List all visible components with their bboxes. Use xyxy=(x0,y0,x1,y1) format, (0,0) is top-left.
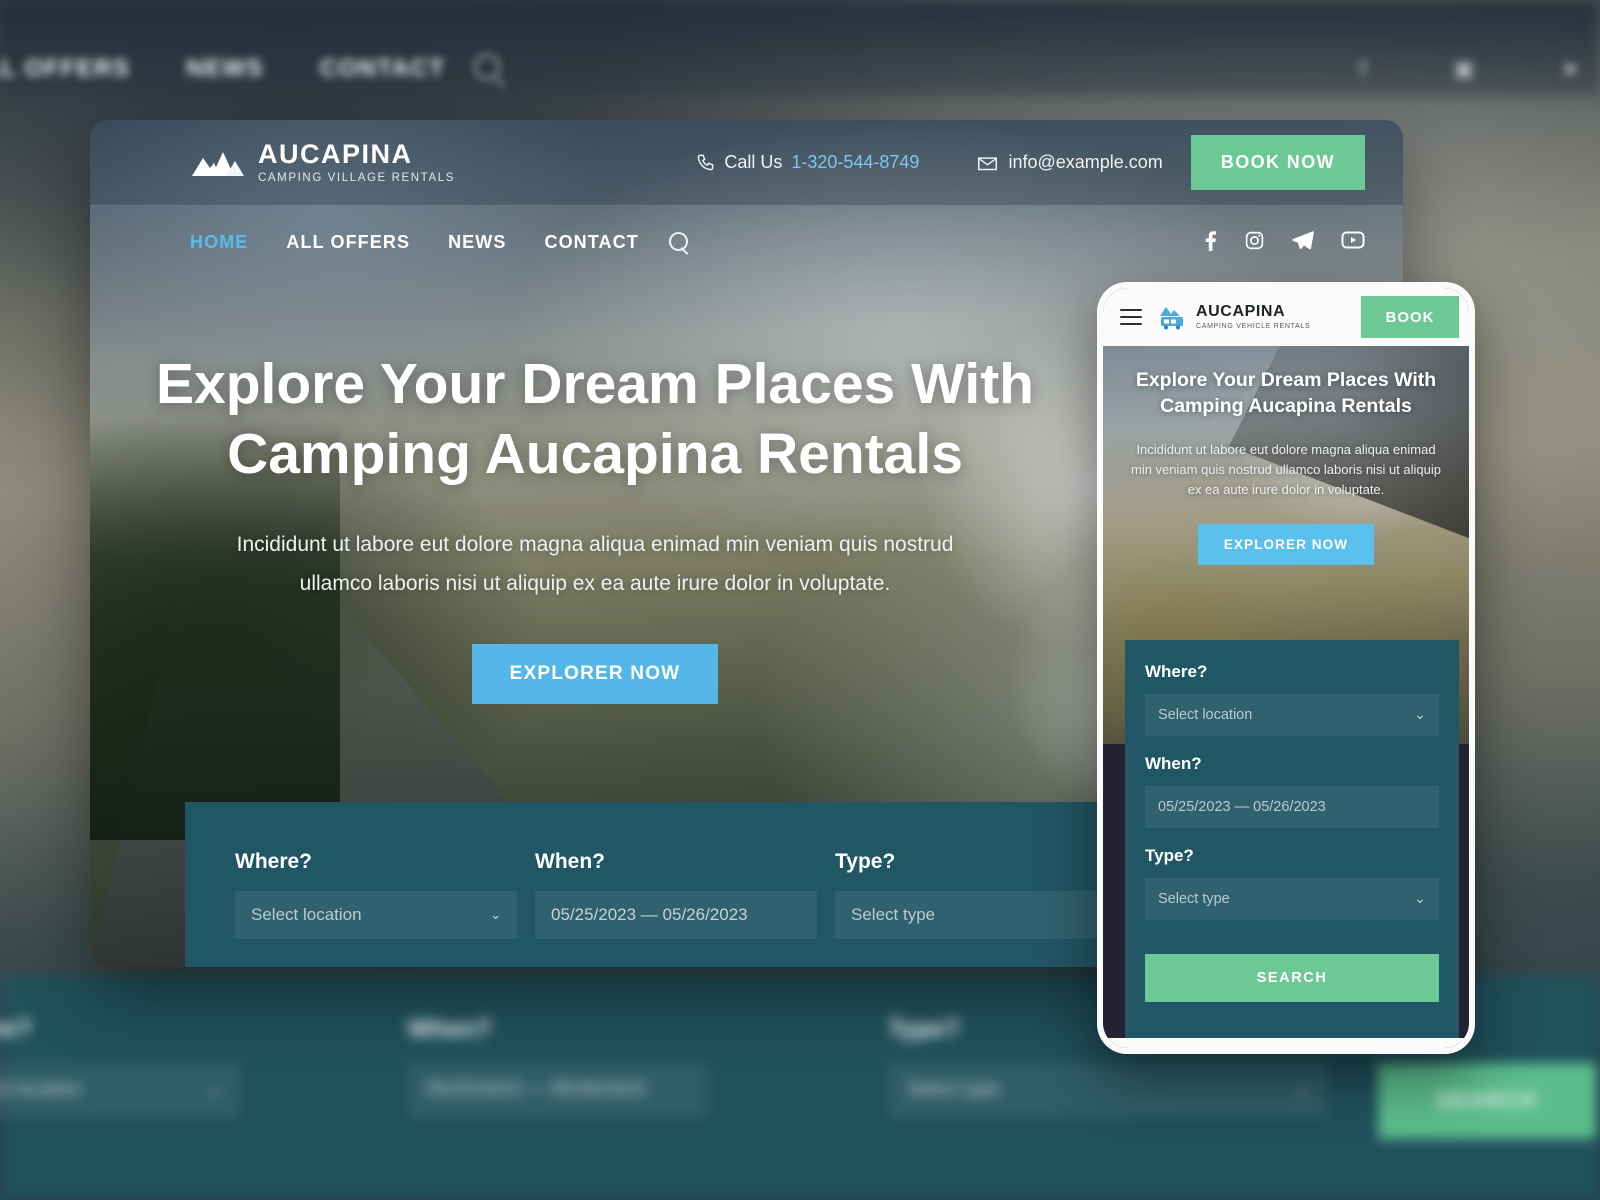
when-label: When? xyxy=(535,850,605,873)
hamburger-menu-icon[interactable] xyxy=(1120,305,1142,329)
facebook-icon: f xyxy=(1360,56,1367,81)
desktop-when-group: When? 05/25/2023 — 05/26/2023 xyxy=(535,850,835,967)
background-search-icon xyxy=(474,54,500,80)
youtube-icon[interactable] xyxy=(1341,231,1365,253)
date-range-input[interactable]: 05/25/2023 — 05/26/2023 xyxy=(535,891,817,939)
facebook-icon[interactable] xyxy=(1204,229,1217,255)
call-us-block[interactable]: Call Us 1-320-544-8749 xyxy=(696,152,919,173)
hero-paragraph-line2: ullamco laboris nisi ut aliquip ex ea au… xyxy=(299,572,891,596)
nav-item-news[interactable]: NEWS xyxy=(448,232,506,253)
desktop-topbar: AUCAPINA CAMPING VILLAGE RENTALS Call Us… xyxy=(90,120,1403,206)
phone-type-label: Type? xyxy=(1145,846,1194,865)
call-us-label: Call Us xyxy=(724,152,783,172)
phone-date-range-value: 05/25/2023 — 05/26/2023 xyxy=(1158,799,1326,815)
type-value: Select type xyxy=(851,905,936,924)
telegram-icon[interactable] xyxy=(1292,230,1314,254)
phone-mockup: AUCAPINA CAMPING VEHICLE RENTALS BOOK Ex… xyxy=(1097,282,1475,1054)
logo-name: AUCAPINA xyxy=(258,139,413,169)
background-where-field: Select location⌄ xyxy=(0,1062,240,1117)
location-value: Select location xyxy=(251,905,362,924)
where-label: Where? xyxy=(235,850,313,873)
phone-header: AUCAPINA CAMPING VEHICLE RENTALS BOOK xyxy=(1103,288,1469,346)
phone-where-label: Where? xyxy=(1145,662,1208,681)
phone-book-button[interactable]: BOOK xyxy=(1361,296,1459,338)
desktop-nav: HOME ALL OFFERS NEWS CONTACT xyxy=(90,206,1403,278)
background-nav-item: NEWS xyxy=(186,55,264,82)
nav-item-contact[interactable]: CONTACT xyxy=(544,232,638,253)
nav-item-home[interactable]: HOME xyxy=(190,232,248,253)
mountain-icon xyxy=(192,151,244,176)
explorer-now-button[interactable]: EXPLORER NOW xyxy=(471,643,719,704)
desktop-social-icons xyxy=(1204,229,1365,255)
email-address: info@example.com xyxy=(1008,152,1163,172)
phone-hero-heading-line2: Camping Aucapina Rentals xyxy=(1160,394,1412,417)
phone-hero-heading-line1: Explore Your Dream Places With xyxy=(1135,369,1437,391)
desktop-type-group: Type? Select type xyxy=(835,850,1135,967)
search-icon[interactable] xyxy=(668,231,690,253)
hero-heading-line1: Explore Your Dream Places With xyxy=(155,352,1035,416)
phone-when-label: When? xyxy=(1145,754,1202,773)
phone-logo-tagline: CAMPING VEHICLE RENTALS xyxy=(1196,323,1311,330)
desktop-hero: Explore Your Dream Places With Camping A… xyxy=(90,350,1100,704)
background-type-field: Select type ⌄ xyxy=(888,1062,1328,1117)
hero-heading-line2: Camping Aucapina Rentals xyxy=(227,421,963,486)
background-search-button: SEARCH xyxy=(1378,1063,1596,1139)
background-where-group: Where? Select location⌄ xyxy=(0,1015,240,1117)
phone-type-value: Select type xyxy=(1158,891,1230,907)
chevron-down-icon: ⌄ xyxy=(1413,891,1426,907)
phone-search-form: Where? Select location ⌄ When? 05/25/202… xyxy=(1125,640,1459,1048)
phone-logo-name: AUCAPINA xyxy=(1196,303,1286,320)
type-label: Type? xyxy=(835,850,896,873)
book-now-button[interactable]: BOOK NOW xyxy=(1190,135,1365,190)
phone-date-range-input[interactable]: 05/25/2023 — 05/26/2023 xyxy=(1145,786,1439,828)
background-nav: ALL OFFERS NEWS CONTACT xyxy=(0,52,660,86)
phone-icon xyxy=(697,154,714,171)
phone-explorer-now-button[interactable]: EXPLORER NOW xyxy=(1197,524,1375,566)
phone-logo[interactable]: AUCAPINA CAMPING VEHICLE RENTALS xyxy=(1156,303,1310,331)
phone-hero: Explore Your Dream Places With Camping A… xyxy=(1103,368,1469,566)
background-when-group: When? 05/25/2023 — 05/26/2023 xyxy=(408,1015,708,1117)
envelope-icon xyxy=(978,157,998,171)
hero-paragraph-line1: Incididunt ut labore eut dolore magna al… xyxy=(236,533,954,557)
date-range-value: 05/25/2023 — 05/26/2023 xyxy=(551,905,748,924)
chevron-down-icon: ⌄ xyxy=(1413,707,1426,723)
phone-number[interactable]: 1-320-544-8749 xyxy=(791,152,919,173)
phone-screen: AUCAPINA CAMPING VEHICLE RENTALS BOOK Ex… xyxy=(1103,288,1469,1048)
instagram-icon[interactable] xyxy=(1244,230,1265,255)
background-where-label: Where? xyxy=(0,1015,32,1043)
email-block[interactable]: info@example.com xyxy=(977,152,1163,173)
type-select[interactable]: Select type xyxy=(835,891,1117,939)
camper-van-icon xyxy=(1160,307,1183,330)
chevron-down-icon: ⌄ xyxy=(490,907,501,922)
background-social-icons: f ▣ ➤ xyxy=(1360,52,1580,86)
background-when-label: When? xyxy=(408,1015,492,1043)
phone-location-select[interactable]: Select location ⌄ xyxy=(1145,694,1439,736)
background-when-field: 05/25/2023 — 05/26/2023 xyxy=(408,1062,708,1117)
phone-type-select[interactable]: Select type ⌄ xyxy=(1145,878,1439,920)
background-nav-item: CONTACT xyxy=(319,55,446,82)
nav-item-all-offers[interactable]: ALL OFFERS xyxy=(286,232,410,253)
phone-search-button[interactable]: SEARCH xyxy=(1145,954,1439,1002)
desktop-where-group: Where? Select location ⌄ xyxy=(235,850,535,967)
background-nav-item: ALL OFFERS xyxy=(0,55,131,82)
logo-tagline: CAMPING VILLAGE RENTALS xyxy=(258,172,455,184)
telegram-icon: ➤ xyxy=(1561,56,1580,81)
location-select[interactable]: Select location ⌄ xyxy=(235,891,517,939)
phone-hero-paragraph: Incididunt ut labore eut dolore magna al… xyxy=(1131,441,1441,498)
phone-location-value: Select location xyxy=(1158,707,1253,723)
desktop-logo[interactable]: AUCAPINA CAMPING VILLAGE RENTALS xyxy=(190,141,455,184)
instagram-icon: ▣ xyxy=(1453,56,1475,81)
phone-bottom-bezel xyxy=(1103,1038,1469,1048)
